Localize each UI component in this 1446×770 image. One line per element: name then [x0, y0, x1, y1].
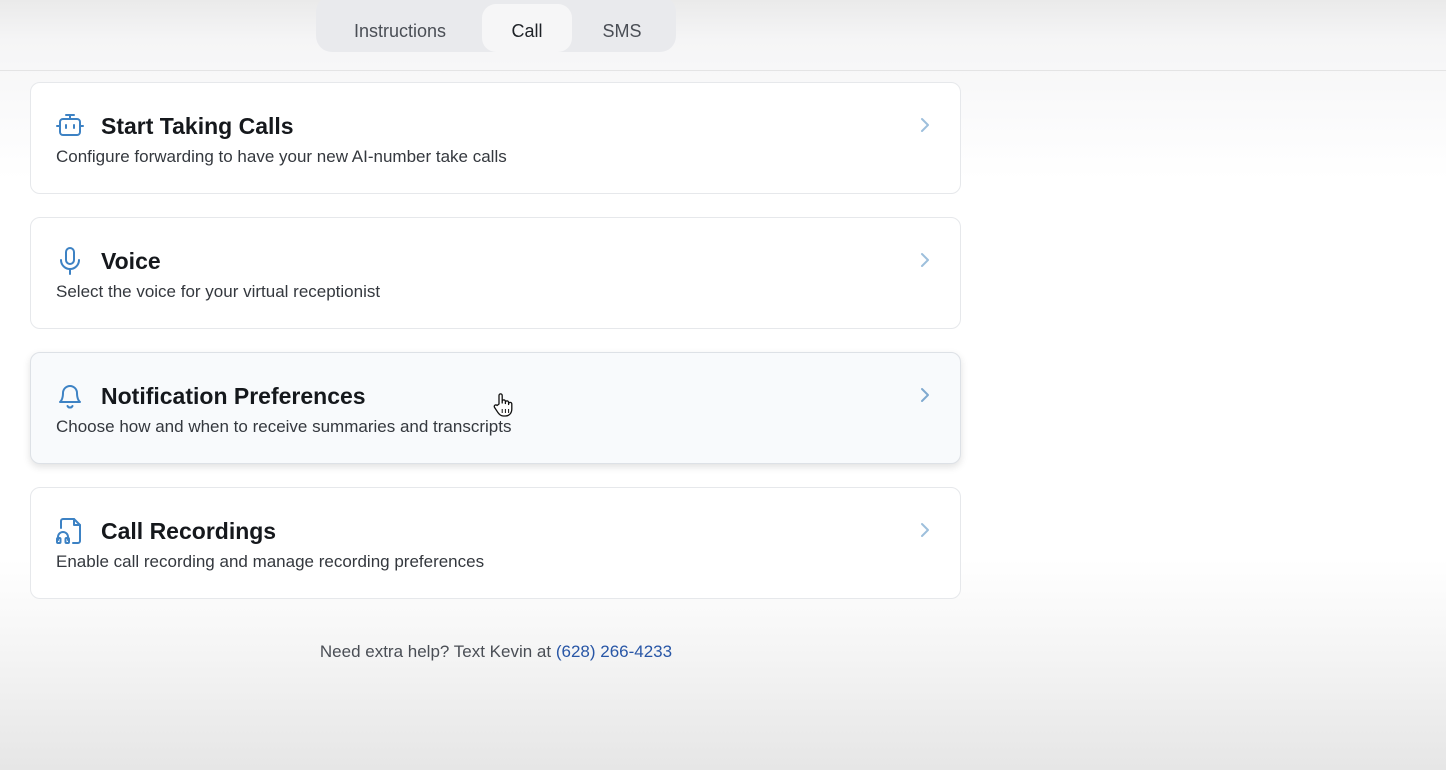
- audio-file-icon: [55, 516, 85, 546]
- card-description: Select the voice for your virtual recept…: [56, 282, 381, 301]
- chevron-right-icon: [915, 115, 935, 135]
- top-bar: Instructions Call SMS: [0, 0, 1446, 71]
- help-footer: Need extra help? Text Kevin at (628) 266…: [0, 642, 992, 662]
- hand-cursor-icon: [492, 392, 514, 418]
- chevron-right-icon: [915, 520, 935, 540]
- card-voice[interactable]: Voice Select the voice for your virtual …: [30, 217, 961, 329]
- card-start-taking-calls[interactable]: Start Taking Calls Configure forwarding …: [30, 82, 961, 194]
- card-title: Voice: [101, 248, 161, 274]
- card-title: Notification Preferences: [101, 383, 366, 409]
- microphone-icon: [55, 246, 85, 276]
- card-description: Configure forwarding to have your new AI…: [56, 147, 507, 166]
- card-title: Start Taking Calls: [101, 113, 294, 139]
- tab-instructions[interactable]: Instructions: [336, 4, 464, 52]
- card-description: Enable call recording and manage recordi…: [56, 552, 485, 571]
- help-text: Need extra help? Text Kevin at: [319, 642, 552, 661]
- card-call-recordings[interactable]: Call Recordings Enable call recording an…: [30, 487, 961, 599]
- phone-link[interactable]: (628) 266-4233: [556, 642, 672, 661]
- tab-bar: Instructions Call SMS: [316, 0, 676, 52]
- card-title: Call Recordings: [101, 518, 277, 544]
- tab-sms[interactable]: SMS: [582, 4, 662, 52]
- tab-call[interactable]: Call: [482, 4, 572, 52]
- robot-icon: [55, 111, 85, 141]
- card-description: Choose how and when to receive summaries…: [56, 417, 512, 436]
- bell-icon: [55, 381, 85, 411]
- chevron-right-icon: [915, 250, 935, 270]
- chevron-right-icon: [915, 385, 935, 405]
